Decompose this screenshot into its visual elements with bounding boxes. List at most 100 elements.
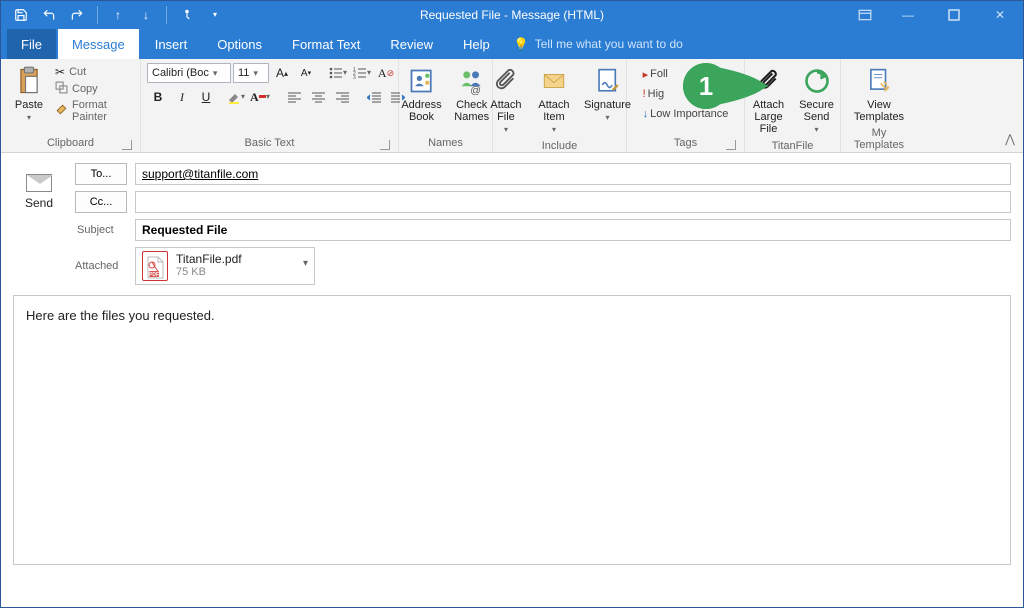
svg-text:PDF: PDF <box>149 272 159 278</box>
group-clipboard: Paste ▾ ✂Cut Copy Format Painter Clipboa… <box>1 59 141 152</box>
tab-file[interactable]: File <box>7 29 56 59</box>
paste-button[interactable]: Paste ▾ <box>7 63 51 126</box>
paperclip-icon <box>490 65 522 97</box>
group-include-label: Include <box>542 140 577 152</box>
quick-access-toolbar: ↑ ↓ ▾ <box>1 3 227 27</box>
numbering-button[interactable]: 123▾ <box>351 63 373 83</box>
undo-icon[interactable] <box>37 3 61 27</box>
save-icon[interactable] <box>9 3 33 27</box>
tab-options[interactable]: Options <box>203 29 276 59</box>
copy-button[interactable]: Copy <box>55 81 134 97</box>
align-left-button[interactable] <box>283 87 305 107</box>
maximize-button[interactable] <box>931 1 977 29</box>
secure-send-button[interactable]: Secure Send▾ <box>795 63 839 138</box>
format-painter-button[interactable]: Format Painter <box>55 99 134 123</box>
scissors-icon: ✂ <box>55 65 65 79</box>
exclamation-icon: ! <box>643 88 646 100</box>
ribbon: Paste ▾ ✂Cut Copy Format Painter Clipboa… <box>1 59 1023 153</box>
paste-label: Paste <box>15 99 43 111</box>
copy-icon <box>55 81 68 97</box>
message-body[interactable]: Here are the files you requested. <box>13 295 1011 565</box>
attached-label: Attached <box>75 260 127 272</box>
tell-me-search[interactable]: 💡 Tell me what you want to do <box>514 29 683 59</box>
align-center-button[interactable] <box>307 87 329 107</box>
down-arrow-icon[interactable]: ↓ <box>134 3 158 27</box>
qat-customize-icon[interactable]: ▾ <box>203 3 227 27</box>
subject-field[interactable] <box>135 219 1011 241</box>
to-field[interactable] <box>135 163 1011 185</box>
close-button[interactable]: ✕ <box>977 1 1023 29</box>
body-text: Here are the files you requested. <box>26 308 215 323</box>
subject-label: Subject <box>75 224 127 236</box>
chevron-down-icon[interactable]: ▾ <box>303 258 308 269</box>
underline-button[interactable]: U <box>195 87 217 107</box>
ribbon-tabs: File Message Insert Options Format Text … <box>1 29 1023 59</box>
lightbulb-icon: 💡 <box>514 37 529 51</box>
group-include: Attach File▾ Attach Item▾ Signature▾ Inc… <box>493 59 627 152</box>
group-my-templates: View Templates My Templates <box>841 59 917 152</box>
svg-text:@: @ <box>470 84 481 95</box>
bold-button[interactable]: B <box>147 87 169 107</box>
attachment-chip[interactable]: PDF TitanFile.pdf 75 KB ▾ <box>135 247 315 285</box>
attach-item-button[interactable]: Attach Item▾ <box>532 63 576 138</box>
group-titanfile: Attach Large File Secure Send▾ TitanFile <box>745 59 841 152</box>
low-importance-button[interactable]: ↓Low Importance <box>641 105 731 123</box>
redo-icon[interactable] <box>65 3 89 27</box>
clear-formatting-button[interactable]: A⊘ <box>375 63 397 83</box>
group-basic-text: Calibri (Boc▾ 11▾ A▴ A▾ ▾ 123▾ A⊘ B I U … <box>141 59 399 152</box>
chevron-down-icon: ▾ <box>27 112 31 124</box>
flag-icon: ▸ <box>643 68 649 81</box>
collapse-ribbon-icon[interactable]: ⋀ <box>1005 132 1015 146</box>
window-controls: ― ✕ <box>845 1 1023 29</box>
group-titanfile-label: TitanFile <box>772 140 814 152</box>
tab-format-text[interactable]: Format Text <box>278 29 374 59</box>
font-size-combo[interactable]: 11▾ <box>233 63 269 83</box>
cc-button[interactable]: Cc... <box>75 191 127 213</box>
bullets-button[interactable]: ▾ <box>327 63 349 83</box>
dialog-launcher-icon[interactable] <box>726 140 736 150</box>
check-names-icon: @ <box>456 65 488 97</box>
attach-item-icon <box>538 65 570 97</box>
group-names-label: Names <box>428 137 463 149</box>
font-color-button[interactable]: A▾ <box>249 87 271 107</box>
tab-message[interactable]: Message <box>58 29 139 59</box>
dialog-launcher-icon[interactable] <box>380 140 390 150</box>
group-names: Address Book @ Check Names Names <box>399 59 493 152</box>
attach-large-file-button[interactable]: Attach Large File <box>747 63 791 137</box>
shrink-font-button[interactable]: A▾ <box>295 63 317 83</box>
ribbon-display-icon[interactable] <box>845 1 885 29</box>
tab-review[interactable]: Review <box>376 29 447 59</box>
envelope-icon <box>26 174 52 192</box>
address-book-button[interactable]: Address Book <box>397 63 445 125</box>
up-arrow-icon[interactable]: ↑ <box>106 3 130 27</box>
dialog-launcher-icon[interactable] <box>122 140 132 150</box>
group-clipboard-label: Clipboard <box>47 137 94 149</box>
attachment-name: TitanFile.pdf <box>176 253 242 266</box>
attach-file-button[interactable]: Attach File▾ <box>484 63 528 138</box>
cut-button[interactable]: ✂Cut <box>55 65 134 79</box>
arrow-down-icon: ↓ <box>643 108 649 120</box>
tell-me-label: Tell me what you want to do <box>535 37 683 51</box>
tab-help[interactable]: Help <box>449 29 504 59</box>
pdf-icon: PDF <box>142 251 168 281</box>
group-my-templates-label: My Templates <box>854 127 904 151</box>
font-name-combo[interactable]: Calibri (Boc▾ <box>147 63 231 83</box>
title-bar: ↑ ↓ ▾ Requested File - Message (HTML) ― … <box>1 1 1023 29</box>
follow-up-button[interactable]: ▸Foll <box>641 65 731 83</box>
group-tags: ▸Foll !Hig ↓Low Importance Tags <box>627 59 745 152</box>
decrease-indent-button[interactable] <box>363 87 385 107</box>
touch-mode-icon[interactable] <box>175 3 199 27</box>
align-right-button[interactable] <box>331 87 353 107</box>
view-templates-button[interactable]: View Templates <box>850 63 908 125</box>
minimize-button[interactable]: ― <box>885 1 931 29</box>
high-importance-button[interactable]: !Hig <box>641 85 731 103</box>
to-button[interactable]: To... <box>75 163 127 185</box>
grow-font-button[interactable]: A▴ <box>271 63 293 83</box>
highlight-button[interactable]: ▾ <box>225 87 247 107</box>
tab-insert[interactable]: Insert <box>141 29 202 59</box>
signature-icon <box>592 65 624 97</box>
compose-header: Send To... Cc... Subject Attached PDF Ti… <box>1 153 1023 285</box>
send-button[interactable]: Send <box>15 164 63 220</box>
italic-button[interactable]: I <box>171 87 193 107</box>
cc-field[interactable] <box>135 191 1011 213</box>
